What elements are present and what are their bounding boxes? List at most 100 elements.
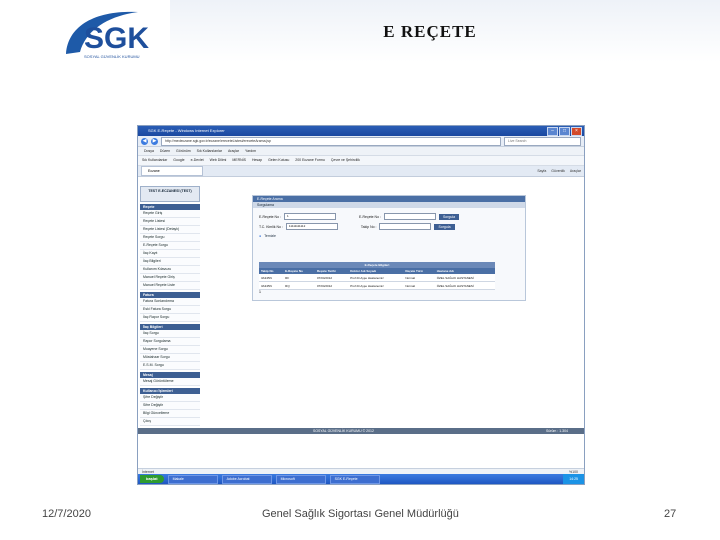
favorite-item[interactable]: MERNİS: [232, 156, 246, 165]
maximize-icon[interactable]: □: [559, 127, 570, 136]
cell: Normal: [403, 274, 435, 282]
slide-header: SGK SOSYAL GÜVENLİK KURUMU E REÇETE: [0, 0, 720, 66]
favorite-item[interactable]: 200 Eczane Formu: [295, 156, 325, 165]
menu-bar: Dosya Düzen Görünüm Sık Kullanılanlar Ar…: [138, 147, 584, 156]
favorite-item[interactable]: Hesap: [252, 156, 262, 165]
favorite-item[interactable]: Çevre ve Şehircilik: [331, 156, 360, 165]
cell: 07/04/2012: [315, 281, 349, 290]
menu-help[interactable]: Yardım: [245, 147, 256, 155]
copyright-text: SOSYAL GÜVENLİK KURUMU © 2012: [313, 429, 374, 433]
sidebar-item[interactable]: Reçete Giriş: [140, 210, 200, 218]
table-row[interactable]: 3A345N RF 07/04/2012 Prof.Dr.Ayşe Hastan…: [259, 274, 495, 282]
recete-no-input[interactable]: 1: [283, 213, 336, 220]
cell: Prof.Dr.Ayşe Hastanemiz: [348, 281, 404, 290]
sidebar-item[interactable]: İlaç Bilgileri: [140, 258, 200, 266]
favorite-item[interactable]: e-Devlet: [191, 156, 204, 165]
favorite-item[interactable]: Web Dilimi: [210, 156, 227, 165]
taskbar-item[interactable]: Adobe Acrobat: [221, 474, 272, 484]
result-count: 1: [259, 290, 261, 294]
sidebar-item[interactable]: Çıkış: [140, 418, 200, 426]
form-row-1: E-Reçete No : 1 E-Reçete No : Sorgula: [259, 213, 460, 220]
sidebar-item[interactable]: Müstahzar Sorgu: [140, 354, 200, 362]
start-button[interactable]: başlat: [140, 475, 164, 483]
takip-input[interactable]: [379, 223, 432, 230]
sidebar-item[interactable]: Eski Fatura Sorgu: [140, 306, 200, 314]
sidebar-item[interactable]: Manuel Reçete Giriş: [140, 274, 200, 282]
back-icon[interactable]: ◀: [141, 137, 148, 145]
search-button[interactable]: Sorgula: [438, 213, 460, 220]
cell: Normal: [403, 281, 435, 290]
window-title-bar: SGK E-Reçete - Windows Internet Explorer…: [138, 126, 584, 136]
sidebar-item[interactable]: Sifre Değiştir: [140, 402, 200, 410]
sidebar: TEST E-ECZANESİ (TEST) Reçete Reçete Gir…: [140, 186, 200, 426]
menu-tools[interactable]: Araçlar: [228, 147, 239, 155]
tab-tools: Sayfa Güvenlik Araçlar: [537, 169, 581, 173]
sidebar-item[interactable]: E-Reçete Sorgu: [140, 242, 200, 250]
slide-title: E REÇETE: [383, 22, 477, 41]
form-row-2: T.C. Kimlik No : 11111111112 Takip No : …: [259, 223, 455, 230]
sidebar-item[interactable]: Fatura Sonlandırma: [140, 298, 200, 306]
search-button-2[interactable]: Sorgula: [434, 223, 455, 230]
favorite-item[interactable]: Gelen Kutusu: [268, 156, 289, 165]
sidebar-item[interactable]: E.S.M. Sorgu: [140, 362, 200, 370]
browser-window: SGK E-Reçete - Windows Internet Explorer…: [137, 125, 585, 485]
slide-footer-text: Genel Sağlık Sigortası Genel Müdürlüğü: [262, 508, 459, 520]
menu-view[interactable]: Görünüm: [176, 147, 191, 155]
clear-icon: ●: [259, 234, 262, 238]
clear-button[interactable]: Temizle: [264, 233, 276, 239]
tool-page[interactable]: Sayfa: [537, 169, 546, 173]
logo-subtext: SOSYAL GÜVENLİK KURUMU: [84, 54, 140, 59]
sidebar-item[interactable]: Muayene Sorgu: [140, 346, 200, 354]
tool-security[interactable]: Güvenlik: [551, 169, 565, 173]
sidebar-item[interactable]: Rapor Sorgulama: [140, 338, 200, 346]
menu-edit[interactable]: Düzen: [160, 147, 170, 155]
slide-page-number: 27: [664, 508, 677, 520]
taskbar: başlat Makale Adobe Acrobat Microsoft SG…: [138, 474, 584, 484]
address-bar[interactable]: http://medeczane.sgk.gov.tr/eczane/erece…: [161, 136, 501, 146]
sidebar-item[interactable]: Şifre Değiştir: [140, 394, 200, 402]
page-content: TEST E-ECZANESİ (TEST) Reçete Reçete Gir…: [138, 184, 584, 469]
logo-text: SGK: [84, 22, 149, 55]
taskbar-item[interactable]: Microsoft: [275, 474, 326, 484]
sidebar-item[interactable]: Reçete Listesi (Detaylı): [140, 226, 200, 234]
sidebar-item[interactable]: İlaç Kayıt: [140, 250, 200, 258]
taskbar-item[interactable]: SGK E-Reçete: [329, 474, 380, 484]
cell: 07/04/2012: [315, 274, 349, 282]
sidebar-item[interactable]: İlaç Rapor Sorgu: [140, 314, 200, 322]
sidebar-item[interactable]: İlaç Sorgu: [140, 330, 200, 338]
sidebar-item[interactable]: Reçete Listesi: [140, 218, 200, 226]
close-icon[interactable]: ×: [571, 127, 582, 136]
minimize-icon[interactable]: –: [547, 127, 558, 136]
sidebar-item[interactable]: Kullanım Kılavuzu: [140, 266, 200, 274]
taskbar-item[interactable]: Makale: [167, 474, 218, 484]
tc-input[interactable]: 11111111112: [285, 223, 338, 230]
slide-date: 12/7/2020: [42, 508, 91, 520]
search-input[interactable]: Live Search: [504, 136, 581, 146]
clock: 14:25: [563, 474, 584, 484]
sidebar-item[interactable]: Bilgi Güncelleme: [140, 410, 200, 418]
takip-label: Takip No :: [360, 224, 377, 229]
erecete-label: E-Reçete No :: [358, 214, 381, 219]
cell: 3A345N: [259, 274, 284, 282]
version-text: Sürüm : 1.304: [546, 429, 568, 433]
table-row[interactable]: 3A345N RQ 07/04/2012 Prof.Dr.Ayşe Hastan…: [259, 281, 495, 290]
sidebar-item[interactable]: Reçete Sorgu: [140, 234, 200, 242]
cell: Prof.Dr.Ayşe Hastanemiz: [348, 274, 404, 282]
results-table: E-Reçete Bilgileri Takip No E-Reçete No …: [259, 262, 495, 290]
menu-favorites[interactable]: Sık Kullanılanlar: [197, 147, 222, 155]
favorite-item[interactable]: Google: [173, 156, 184, 165]
tab-eczane[interactable]: Eczane: [141, 166, 203, 176]
favorite-item[interactable]: Sık Kullanılanlar: [142, 156, 167, 165]
tool-tools[interactable]: Araçlar: [570, 169, 581, 173]
menu-file[interactable]: Dosya: [144, 147, 154, 155]
erecete-input[interactable]: [383, 213, 436, 220]
cell: RF: [283, 274, 316, 282]
sidebar-item[interactable]: Mesaj Görüntüleme: [140, 378, 200, 386]
cell: ÖZEL SAĞLIK HASTANESİ: [434, 274, 495, 282]
form-row-3: ● Temizle: [259, 233, 276, 239]
forward-icon[interactable]: ▶: [151, 137, 158, 145]
panel-subtitle: Sorgulama: [253, 202, 525, 208]
tab-row: Eczane Sayfa Güvenlik Araçlar: [138, 166, 584, 177]
sgk-logo: SGK SOSYAL GÜVENLİK KURUMU: [66, 11, 149, 59]
sidebar-item[interactable]: Manuel Reçete Liste: [140, 282, 200, 290]
